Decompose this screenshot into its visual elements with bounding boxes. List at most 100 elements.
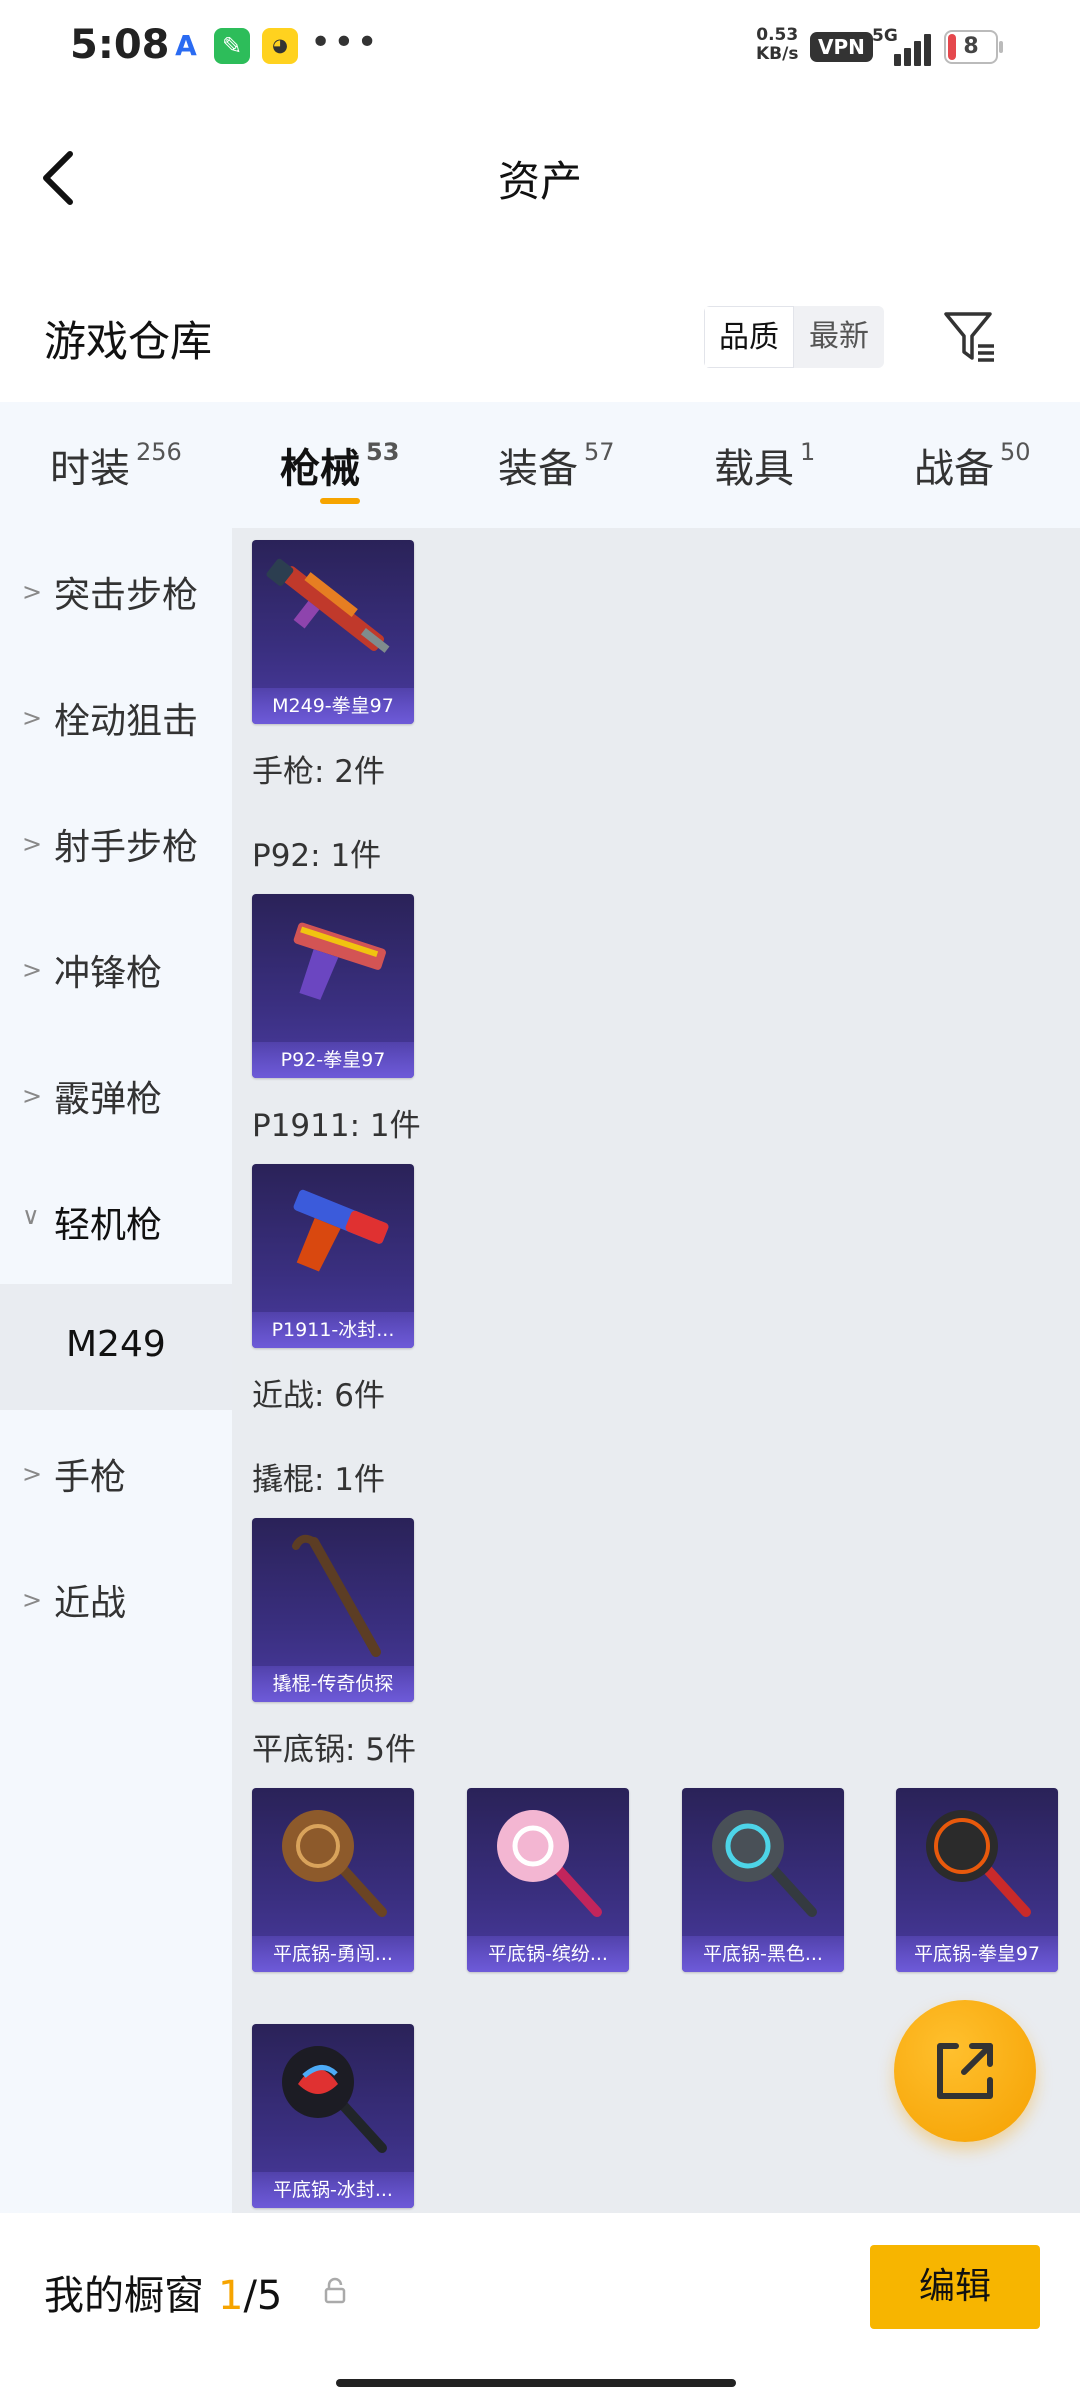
category-tabs: 时装 256 枪械 53 装备 57 载具 1 战备 50 — [0, 402, 1080, 528]
app-notification-icon: A — [175, 29, 197, 62]
net-speed-unit: KB/s — [756, 44, 799, 64]
sidebar-item-label: 近战 — [54, 1583, 127, 1624]
network-type: 5G — [872, 26, 898, 46]
item-card[interactable]: 平底锅-缤纷... — [467, 1788, 629, 1972]
warehouse-title: 游戏仓库 — [44, 317, 213, 366]
weapon-category-sidebar: > 突击步枪 > 栓动狙击 > 射手步枪 > 冲锋枪 > 霰弹枪 ∨ 轻机枪 M… — [0, 528, 232, 2213]
net-speed-value: 0.53 — [756, 25, 799, 45]
share-button[interactable] — [894, 2000, 1036, 2142]
sidebar-item-label: 冲锋枪 — [54, 953, 163, 994]
item-name: 平底锅-冰封... — [273, 2179, 393, 2201]
lock-icon — [324, 2277, 346, 2304]
home-indicator[interactable] — [336, 2379, 736, 2387]
item-name: 平底锅-黑色... — [703, 1943, 823, 1965]
tab-label: 装备 — [498, 446, 578, 492]
item-card[interactable]: 平底锅-黑色... — [682, 1788, 844, 1972]
active-tab-indicator — [320, 498, 360, 504]
tab-equipment[interactable]: 装备 57 — [498, 436, 615, 494]
item-card[interactable]: P92-拳皇97 — [252, 894, 414, 1078]
item-card[interactable]: M249-拳皇97 — [252, 540, 414, 724]
chevron-right-icon: > — [22, 578, 43, 606]
item-card[interactable]: 平底锅-冰封... — [252, 2024, 414, 2208]
tab-supplies[interactable]: 战备 50 — [914, 436, 1031, 494]
tab-count: 53 — [366, 438, 400, 466]
group-header: 平底锅: 5件 — [252, 1732, 417, 1768]
tab-count: 256 — [136, 438, 182, 466]
sidebar-item-label: 栓动狙击 — [54, 701, 199, 742]
chevron-right-icon: > — [22, 704, 43, 732]
item-card[interactable]: P1911-冰封... — [252, 1164, 414, 1348]
item-name: M249-拳皇97 — [272, 695, 394, 717]
page-title: 资产 — [497, 157, 582, 206]
signal-icon: 5G — [872, 26, 932, 66]
p92-skin-image — [293, 922, 386, 1000]
item-name: P1911-冰封... — [271, 1319, 395, 1341]
sort-latest-button[interactable]: 最新 — [794, 306, 884, 368]
tab-count: 1 — [800, 438, 816, 466]
sidebar-item-marksman-rifle[interactable]: > 射手步枪 — [0, 780, 232, 906]
filter-icon — [944, 312, 994, 362]
sort-toggle: 品质 最新 — [704, 306, 884, 368]
sidebar-item-label: 射手步枪 — [54, 827, 199, 868]
chevron-right-icon: > — [22, 1460, 43, 1488]
sidebar-item-bolt-sniper[interactable]: > 栓动狙击 — [0, 654, 232, 780]
share-icon — [937, 2043, 993, 2099]
edit-button[interactable]: 编辑 — [870, 2245, 1040, 2329]
chevron-right-icon: > — [22, 956, 43, 984]
group-header: P1911: 1件 — [252, 1108, 421, 1144]
group-header: 撬棍: 1件 — [252, 1462, 386, 1498]
m249-skin-image — [266, 558, 390, 653]
chevron-right-icon: > — [22, 1082, 43, 1110]
sidebar-item-smg[interactable]: > 冲锋枪 — [0, 906, 232, 1032]
tab-label: 载具 — [714, 446, 794, 492]
sidebar-item-pistol[interactable]: > 手枪 — [0, 1410, 232, 1536]
item-card[interactable]: 撬棍-传奇侦探 — [252, 1518, 414, 1702]
tool-notification-icon: ✎ — [214, 28, 250, 64]
tab-vehicles[interactable]: 载具 1 — [714, 436, 815, 494]
showcase-current: 1 — [218, 2273, 244, 2319]
item-name: 平底锅-勇闯... — [273, 1943, 393, 1965]
chevron-right-icon: > — [22, 1586, 43, 1614]
bottom-bar: 我的橱窗 1/5 编辑 — [0, 2213, 1080, 2400]
showcase-total: /5 — [243, 2273, 283, 2319]
game-notification-icon: ◕ — [262, 28, 298, 64]
pan-skin-image — [282, 2046, 387, 2153]
chevron-down-icon: ∨ — [22, 1202, 40, 1230]
more-notifications-icon: ••• — [310, 22, 380, 63]
pan-skin-image — [497, 1810, 602, 1917]
filter-button[interactable] — [940, 306, 1000, 366]
pan-skin-image — [712, 1810, 817, 1917]
tab-count: 50 — [1000, 438, 1031, 466]
sidebar-item-label: 手枪 — [54, 1457, 127, 1498]
sidebar-item-melee[interactable]: > 近战 — [0, 1536, 232, 1662]
pan-skin-image — [282, 1810, 387, 1917]
group-header: 手枪: 2件 — [252, 754, 386, 790]
showcase-label: 我的橱窗 1/5 — [44, 2263, 282, 2321]
tab-label: 时装 — [50, 446, 130, 492]
sidebar-item-assault-rifle[interactable]: > 突击步枪 — [0, 528, 232, 654]
tab-fashion[interactable]: 时装 256 — [50, 436, 182, 494]
tab-firearms[interactable]: 枪械 53 — [280, 436, 399, 494]
sidebar-subitem-label: M249 — [66, 1324, 166, 1365]
sidebar-item-label: 轻机枪 — [54, 1205, 163, 1246]
item-name: 撬棍-传奇侦探 — [272, 1673, 394, 1695]
sidebar-subitem-m249[interactable]: M249 — [0, 1284, 232, 1410]
item-name: 平底锅-拳皇97 — [913, 1943, 1041, 1965]
group-header: 近战: 6件 — [252, 1378, 386, 1414]
item-name: 平底锅-缤纷... — [488, 1943, 608, 1965]
battery-level: 8 — [963, 34, 979, 59]
sidebar-item-shotgun[interactable]: > 霰弹枪 — [0, 1032, 232, 1158]
status-bar: 5:08 A ✎ ◕ ••• 0.53 KB/s VPN 5G 8 — [0, 0, 1080, 100]
sidebar-item-lmg[interactable]: ∨ 轻机枪 — [0, 1158, 232, 1284]
net-speed: 0.53 KB/s — [756, 26, 798, 64]
item-card[interactable]: 平底锅-勇闯... — [252, 1788, 414, 1972]
status-time: 5:08 — [70, 22, 170, 68]
item-name: P92-拳皇97 — [280, 1049, 386, 1071]
chevron-right-icon: > — [22, 830, 43, 858]
item-card[interactable]: 平底锅-拳皇97 — [896, 1788, 1058, 1972]
showcase-title: 我的橱窗 — [44, 2273, 204, 2319]
vpn-badge: VPN — [810, 32, 873, 62]
sort-quality-button[interactable]: 品质 — [704, 306, 794, 368]
tab-label: 战备 — [914, 446, 994, 492]
crowbar-skin-image — [292, 1534, 381, 1657]
